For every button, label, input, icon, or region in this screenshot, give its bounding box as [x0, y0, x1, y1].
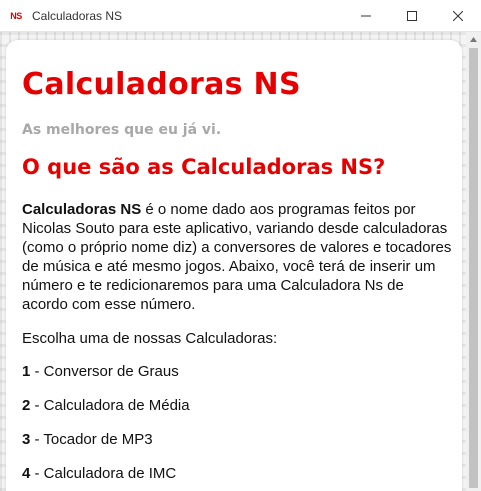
calculator-item-4: 4 - Calculadora de IMC — [22, 464, 462, 483]
intro-bold: Calculadoras NS — [22, 201, 142, 218]
content-card: Calculadoras NS As melhores que eu já vi… — [6, 40, 462, 491]
vertical-scrollbar[interactable] — [466, 32, 481, 491]
app-icon: NS — [10, 10, 22, 21]
title-bar: NS Calculadoras NS — [0, 0, 481, 32]
intro-paragraph: Calculadoras NS é o nome dado aos progra… — [22, 200, 452, 314]
calculator-label: - Conversor de Graus — [30, 363, 179, 380]
scroll-thumb[interactable] — [469, 48, 478, 488]
page-title: Calculadoras NS — [22, 67, 301, 102]
calculator-item-1: 1 - Conversor de Graus — [22, 362, 462, 381]
scroll-up-button[interactable] — [466, 32, 481, 46]
chevron-up-icon — [470, 36, 477, 42]
maximize-button[interactable] — [389, 0, 435, 31]
choose-text: Escolha uma de nossas Calculadoras: — [22, 330, 278, 347]
minimize-button[interactable] — [343, 0, 389, 31]
calculator-item-2: 2 - Calculadora de Média — [22, 396, 462, 415]
calculator-label: - Calculadora de IMC — [30, 465, 177, 482]
maximize-icon — [407, 10, 417, 21]
window-title: Calculadoras NS — [32, 8, 123, 23]
calculator-label: - Calculadora de Média — [30, 397, 190, 414]
section-title: O que são as Calculadoras NS? — [22, 155, 386, 179]
calculator-label: - Tocador de MP3 — [30, 431, 153, 448]
page-subtitle: As melhores que eu já vi. — [22, 122, 222, 138]
close-icon — [453, 10, 463, 21]
minimize-icon — [361, 15, 371, 16]
close-button[interactable] — [435, 0, 481, 31]
calculator-item-3: 3 - Tocador de MP3 — [22, 430, 462, 449]
